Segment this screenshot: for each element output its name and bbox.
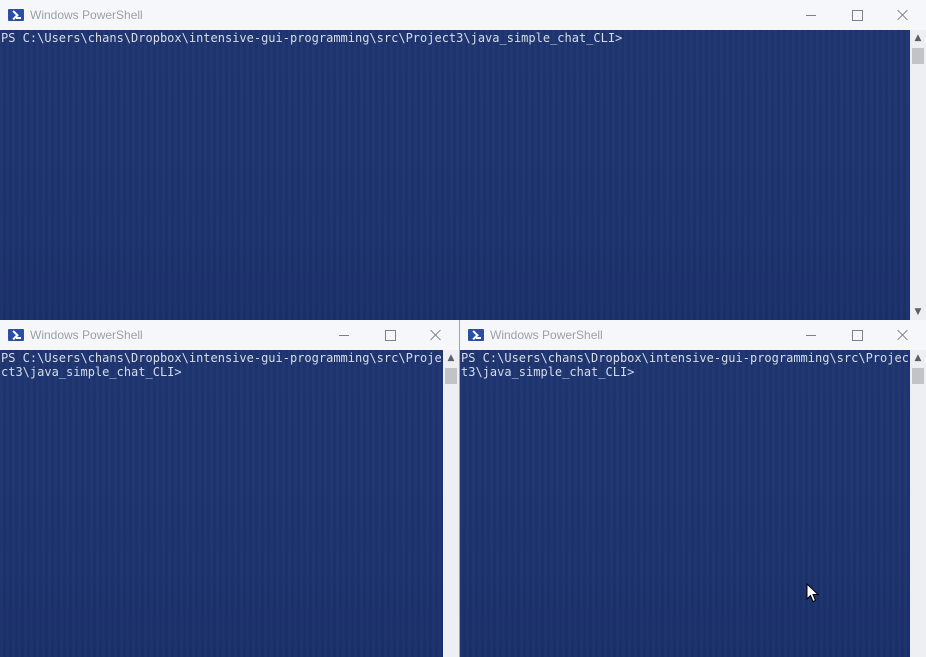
title-bar[interactable]: Windows PowerShell [0,320,459,350]
maximize-button[interactable] [367,320,413,350]
vertical-scrollbar[interactable]: ▲ [910,350,926,657]
powershell-icon [468,329,484,341]
powershell-window-bottom-left[interactable]: Windows PowerShell PS C:\Users\chans\Dro… [0,320,459,657]
close-button[interactable] [880,0,926,30]
minimize-button[interactable] [788,0,834,30]
powershell-window-bottom-right[interactable]: Windows PowerShell PS C:\Users\chans\Dro… [459,320,926,657]
scroll-down-arrow-icon[interactable]: ▼ [910,304,926,320]
title-bar[interactable]: Windows PowerShell [460,320,926,350]
close-icon [897,9,909,21]
scroll-up-arrow-icon[interactable]: ▲ [443,350,459,366]
window-title: Windows PowerShell [490,328,603,342]
scrollbar-thumb[interactable] [912,368,924,384]
minimize-icon [339,334,349,336]
maximize-icon [851,329,863,341]
vertical-scrollbar[interactable]: ▲ [443,350,459,657]
minimize-icon [806,334,816,336]
maximize-button[interactable] [834,320,880,350]
powershell-icon [8,329,24,341]
maximize-icon [384,329,396,341]
window-controls [321,320,459,350]
minimize-button[interactable] [788,320,834,350]
scrollbar-thumb[interactable] [912,48,924,64]
scroll-up-arrow-icon[interactable]: ▲ [910,30,926,46]
powershell-window-top[interactable]: Windows PowerShell PS C:\Users\chans\Dro… [0,0,926,320]
window-title: Windows PowerShell [30,328,143,342]
minimize-icon [806,14,816,16]
scroll-up-arrow-icon[interactable]: ▲ [910,350,926,366]
console-output[interactable]: PS C:\Users\chans\Dropbox\intensive-gui-… [460,350,910,657]
powershell-icon [8,9,24,21]
window-controls [788,320,926,350]
close-icon [897,329,909,341]
mouse-pointer-icon [806,583,820,603]
close-icon [430,329,442,341]
vertical-scrollbar[interactable]: ▲ ▼ [910,30,926,320]
close-button[interactable] [880,320,926,350]
minimize-button[interactable] [321,320,367,350]
window-title: Windows PowerShell [30,8,143,22]
close-button[interactable] [413,320,459,350]
console-output[interactable]: PS C:\Users\chans\Dropbox\intensive-gui-… [0,30,910,320]
scrollbar-thumb[interactable] [445,368,457,384]
title-bar[interactable]: Windows PowerShell [0,0,926,30]
maximize-button[interactable] [834,0,880,30]
maximize-icon [851,9,863,21]
console-output[interactable]: PS C:\Users\chans\Dropbox\intensive-gui-… [0,350,443,657]
window-controls [788,0,926,30]
